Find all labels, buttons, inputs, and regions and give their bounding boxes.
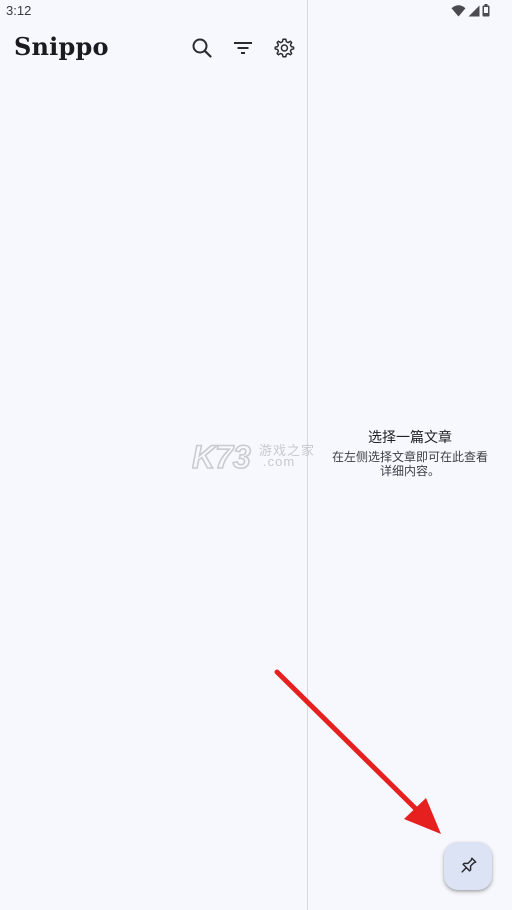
annotation-arrow bbox=[270, 665, 450, 845]
watermark-brand: K73 bbox=[192, 439, 251, 475]
status-bar: 3:12 bbox=[0, 0, 512, 22]
detail-empty-state: 选择一篇文章 在左侧选择文章即可在此查看详细内容。 bbox=[308, 428, 512, 478]
empty-state-description: 在左侧选择文章即可在此查看详细内容。 bbox=[332, 450, 489, 478]
app-title: Snippo bbox=[14, 32, 109, 61]
filter-icon bbox=[232, 37, 254, 59]
settings-button[interactable] bbox=[268, 32, 300, 64]
filter-button[interactable] bbox=[227, 32, 259, 64]
search-button[interactable] bbox=[186, 32, 218, 64]
empty-state-title: 选择一篇文章 bbox=[368, 429, 452, 445]
gear-icon bbox=[273, 37, 295, 59]
status-icons bbox=[451, 4, 490, 17]
status-time: 3:12 bbox=[6, 3, 32, 18]
watermark-domain-text: .com bbox=[263, 454, 296, 469]
battery-icon bbox=[482, 4, 490, 17]
wifi-icon bbox=[451, 4, 466, 17]
signal-icon bbox=[468, 5, 480, 17]
pin-icon bbox=[457, 855, 479, 877]
search-icon bbox=[191, 37, 213, 59]
pin-fab-button[interactable] bbox=[444, 842, 492, 890]
